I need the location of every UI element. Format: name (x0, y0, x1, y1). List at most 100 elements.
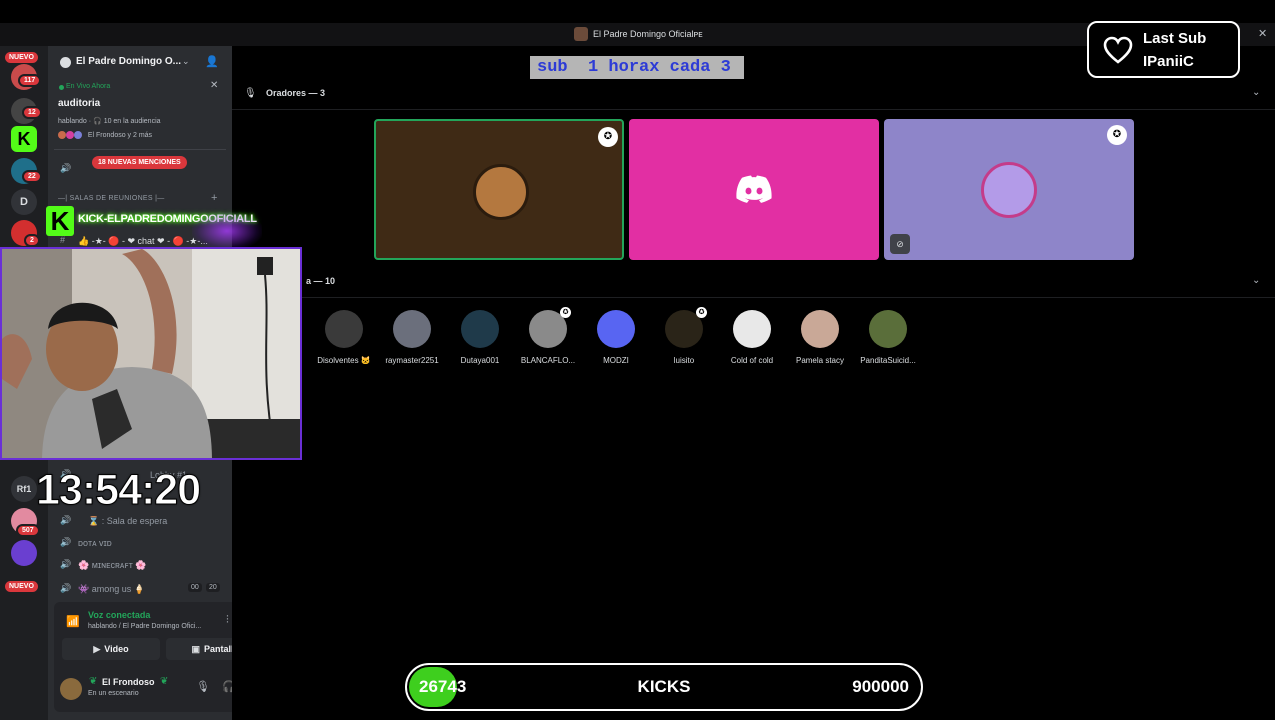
mention-count: 22 (22, 170, 42, 183)
moderator-icon: ✪ (696, 307, 707, 318)
avatar (73, 131, 82, 139)
audience-name: Disolventes 🐱 (317, 356, 371, 365)
audience-member[interactable]: ✪ BLANCAFLO... (514, 307, 582, 365)
avatar (981, 162, 1037, 218)
audience-header: a — 10 (306, 276, 336, 286)
mic-icon[interactable]: 🎙 (196, 680, 210, 693)
voice-channel-dota[interactable]: 🔊 ᴅᴏᴛᴀ ᴠɪᴅ (58, 534, 226, 552)
user-status: En un escenario (88, 690, 139, 697)
live-stage-card[interactable]: En Vivo Ahora ✕ auditoria hablando · 🎧 1… (54, 80, 226, 150)
audience-name: Dutaya001 (460, 356, 500, 365)
kick-server-icon[interactable]: K (11, 126, 37, 152)
speaker-tile[interactable] (629, 119, 879, 260)
nuevo-badge: NUEVO (5, 581, 38, 592)
avatar (65, 131, 74, 139)
voice-channel-among[interactable]: 🔊 👾 among us 🍦 00 20 (58, 580, 226, 598)
speaker-icon: 🔊 (60, 537, 72, 547)
avatar[interactable] (60, 678, 82, 700)
last-sub-title: Last Sub (1143, 30, 1207, 47)
audience-name: raymaster2251 (385, 356, 439, 365)
audience-member[interactable]: Dutaya001 (446, 310, 514, 365)
avatar (869, 310, 907, 348)
channel-label: ᴅᴏᴛᴀ ᴠɪᴅ (78, 538, 112, 548)
close-icon[interactable]: ✕ (210, 80, 218, 91)
stage-icon (574, 27, 588, 41)
moderator-icon: ✪ (560, 307, 571, 318)
close-icon[interactable]: ✕ (1258, 27, 1267, 40)
last-sub-user: IPaniiC (1143, 53, 1194, 70)
new-mentions-pill[interactable]: 18 NUEVAS MENCIONES (92, 156, 187, 169)
video-button[interactable]: ▶ Video (62, 638, 160, 660)
audience-name: Cold of cold (730, 356, 774, 365)
guild-name[interactable]: El Padre Domingo O... (76, 56, 181, 67)
avatar: ✪ (529, 307, 571, 348)
discord-icon (736, 175, 772, 203)
window-titlebar: El Padre Domingo Oficialᴘᴇ ✕ (0, 23, 1275, 46)
server-rf1[interactable]: Rf1 (11, 476, 37, 502)
voice-status[interactable]: Voz conectada (88, 610, 150, 620)
mic-icon: 🎙 (244, 88, 257, 99)
leaf-icon: ❦ (160, 676, 169, 687)
kicks-current: 26743 (419, 677, 467, 696)
video-label: Video (104, 644, 129, 654)
speaker-icon: 🔊 (60, 163, 72, 173)
speakers-header: Oradores — 3 (266, 88, 326, 98)
chevron-down-icon[interactable]: ⌄ (182, 56, 190, 67)
invite-people-icon[interactable]: 👤 (205, 55, 219, 68)
speaker-tile[interactable]: ✪ ⊘ (884, 119, 1134, 260)
speaker-icon: 🔊 (60, 583, 72, 593)
speaker-icon: 🔊 (60, 559, 72, 569)
add-channel-icon[interactable]: + (211, 192, 217, 204)
speaker-tile[interactable]: ✪ (374, 119, 624, 260)
speaker-icon: 🔊 (60, 515, 72, 525)
webcam-image (2, 249, 300, 458)
avatar (393, 310, 431, 348)
heart-icon (1103, 36, 1133, 64)
subs-ticker: sub 1 horax cada 3 (530, 56, 744, 79)
audience-member[interactable]: Pamela stacy (786, 310, 854, 365)
user-name[interactable]: El Frondoso (102, 677, 155, 687)
moderator-icon: ✪ (598, 127, 618, 147)
live-people: El Frondoso y 2 más (58, 131, 152, 139)
channel-label: 🌸 ᴍɪɴᴇᴄʀᴀꜰᴛ 🌸 (78, 560, 147, 570)
live-label: En Vivo Ahora (66, 83, 111, 90)
audience-member[interactable]: Cold of cold (718, 310, 786, 365)
server-letter-d[interactable]: D (11, 189, 37, 215)
live-dot (59, 85, 64, 90)
live-meta: hablando · 🎧 10 en la audiencia (58, 118, 161, 125)
stream-clock: 13:54:20 (35, 466, 201, 515)
kicks-label: KICKS (637, 677, 691, 696)
mention-count: 507 (16, 524, 40, 537)
chevron-down-icon[interactable]: ⌄ (1252, 87, 1260, 98)
server-icon[interactable] (11, 540, 37, 566)
avatar: ✪ (665, 307, 707, 348)
live-channel-name: auditoria (58, 98, 101, 109)
category-header[interactable]: —| SALAS DE REUNIONES |— (58, 195, 165, 202)
audience-member[interactable]: raymaster2251 (378, 310, 446, 365)
audience-member[interactable]: Disolventes 🐱 (310, 310, 378, 365)
glow-decoration (192, 212, 262, 250)
webcam-feed (0, 247, 302, 460)
voice-channel-minecraft[interactable]: 🔊 🌸 ᴍɪɴᴇᴄʀᴀꜰᴛ 🌸 (58, 556, 226, 574)
guild-icon (60, 57, 71, 68)
audience-member[interactable]: ✪ luisito (650, 307, 718, 365)
chevron-down-icon[interactable]: ⌄ (1252, 275, 1260, 286)
channel-label: ⌛ : Sala de espera (88, 516, 168, 526)
user-count: 00 (188, 583, 202, 592)
window-title: El Padre Domingo Oficialᴘᴇ (593, 29, 703, 39)
noise-suppression-icon[interactable]: ⫶ (226, 614, 229, 627)
avatar (325, 310, 363, 348)
signal-icon[interactable]: 📶 (66, 615, 80, 628)
audience-member[interactable]: MODZI (582, 310, 650, 365)
stage-main: 🎙 Oradores — 3 ⌄ ✪ ✪ ⊘ a — 10 ⌄ Disolven… (232, 46, 1275, 720)
moderator-icon: ✪ (1107, 125, 1127, 145)
mention-count: 12 (22, 106, 42, 119)
avatar (58, 131, 66, 139)
avatar (801, 310, 839, 348)
channel-label: 👾 among us 🍦 (78, 584, 145, 594)
kicks-goal: 900000 (852, 677, 909, 696)
audience-name: PanditaSuicid... (860, 356, 916, 365)
screen-icon: ▣ (191, 644, 200, 654)
audience-member[interactable]: PanditaSuicid... (854, 310, 922, 365)
channel-label: 👍 -★- 🔴 - ❤ chat ❤ - 🔴 -★-... (78, 236, 208, 246)
